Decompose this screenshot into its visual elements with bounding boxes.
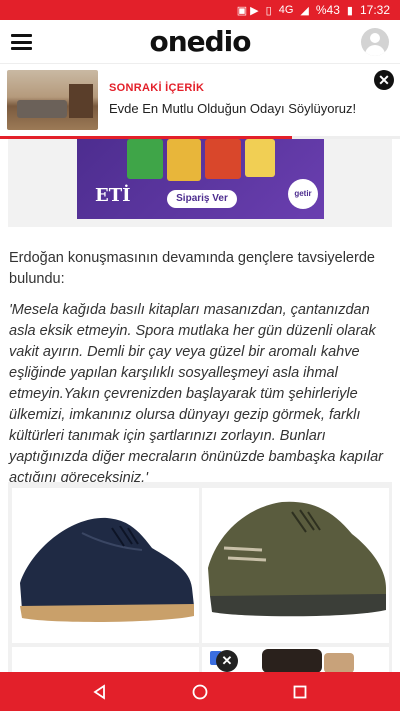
- next-content-thumbnail[interactable]: [7, 70, 98, 130]
- recents-icon[interactable]: [290, 682, 310, 702]
- close-ad-icon[interactable]: ✕: [216, 650, 238, 672]
- article-quote: 'Mesela kağıda basılı kitapları masanızd…: [9, 302, 383, 486]
- back-icon[interactable]: [90, 682, 110, 702]
- order-button[interactable]: Sipariş Ver: [167, 190, 237, 208]
- home-icon[interactable]: [190, 682, 210, 702]
- top-ad[interactable]: ETİ Sipariş Ver getir: [8, 139, 392, 227]
- site-logo[interactable]: onedio: [0, 25, 400, 58]
- next-content-card[interactable]: SONRAKİ İÇERİK Evde En Mutlu Olduğun Oda…: [0, 64, 400, 138]
- battery-icon: ▮: [346, 4, 353, 17]
- vibrate-icon: ▯: [265, 4, 272, 17]
- signal-icon: ◢: [300, 4, 309, 17]
- bottom-ad[interactable]: ⓘ ✕ ✕: [8, 482, 392, 677]
- next-content-title[interactable]: Evde En Mutlu Olduğun Odayı Söylüyoruz!: [109, 101, 356, 116]
- close-icon[interactable]: ✕: [374, 70, 394, 90]
- notification-icon: ▣ ▶: [236, 4, 259, 17]
- article-paragraph: Erdoğan konuşmasının devamında gençlere …: [9, 250, 375, 287]
- status-bar: ▣ ▶ ▯ 4G ◢ %43 ▮ 17:32: [0, 0, 400, 20]
- ad-product-green-sneaker[interactable]: [202, 488, 389, 643]
- avatar[interactable]: [361, 28, 389, 56]
- app-header: onedio: [0, 20, 400, 64]
- ad-product-navy-sneaker[interactable]: [12, 488, 199, 643]
- android-nav-bar: [0, 672, 400, 711]
- clock: 17:32: [359, 3, 390, 17]
- network-label: 4G: [278, 4, 294, 16]
- ad-partner-logo: getir: [288, 179, 318, 209]
- ad-banner[interactable]: ETİ Sipariş Ver getir: [77, 139, 324, 219]
- battery-text: %43: [315, 3, 340, 17]
- next-content-label: SONRAKİ İÇERİK: [109, 82, 205, 94]
- ad-brand: ETİ: [95, 185, 131, 206]
